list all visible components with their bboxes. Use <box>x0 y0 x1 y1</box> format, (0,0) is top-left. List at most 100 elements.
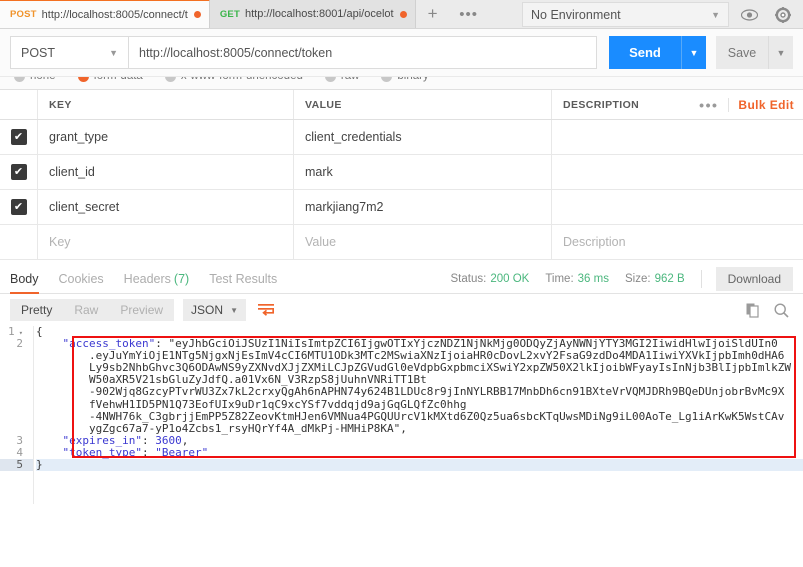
request-url-bar: POST ▼ http://localhost:8005/connect/tok… <box>0 29 803 77</box>
table-header-row: KEY VALUE DESCRIPTION ••• Bulk Edit <box>0 90 803 120</box>
response-meta: Status: 200 OK Time: 36 ms Size: 962 B D… <box>435 266 793 291</box>
body-type-x-www-form-urlencoded[interactable]: x-www-form-urlencoded <box>164 77 303 82</box>
save-options-button[interactable]: ▼ <box>768 36 793 69</box>
status-label: Status: <box>450 272 487 285</box>
time-label: Time: <box>545 272 574 285</box>
tab-method-label: POST <box>10 9 37 20</box>
body-type-label: none <box>30 77 56 82</box>
header-key: KEY <box>38 90 294 119</box>
radio-icon <box>164 77 176 82</box>
row-value[interactable]: client_credentials <box>294 120 552 154</box>
body-type-raw[interactable]: raw <box>324 77 360 82</box>
response-tab-bar: Body Cookies Headers (7) Test Results St… <box>0 264 803 294</box>
search-icon[interactable] <box>774 302 789 318</box>
row-checkbox[interactable]: ✔ <box>0 120 38 154</box>
form-data-table: KEY VALUE DESCRIPTION ••• Bulk Edit ✔ gr… <box>0 89 803 260</box>
new-key-input[interactable]: Key <box>38 225 294 259</box>
response-body-code-viewer[interactable]: 1 2 3 4 5 { "access_token": "eyJhbGciOiJ… <box>0 326 803 504</box>
gutter-line-5[interactable]: 5 <box>0 458 33 472</box>
new-tab-button[interactable]: + <box>416 0 450 28</box>
eye-icon-svg <box>740 9 758 21</box>
save-button[interactable]: Save <box>716 36 768 69</box>
divider <box>700 269 702 288</box>
copy-icon-svg <box>746 303 759 318</box>
header-checkbox-cell <box>0 90 38 119</box>
body-type-binary[interactable]: binary <box>381 77 429 82</box>
new-description-input[interactable]: Description <box>552 225 803 259</box>
time-value: 36 ms <box>577 272 609 285</box>
header-description: DESCRIPTION ••• Bulk Edit <box>552 90 803 119</box>
word-wrap-icon-svg <box>257 304 274 316</box>
send-options-button[interactable]: ▼ <box>681 36 706 69</box>
request-tab-get[interactable]: GET http://localhost:8001/api/ocelot <box>209 0 416 28</box>
row-checkbox[interactable]: ✔ <box>0 190 38 224</box>
environment-selector[interactable]: No Environment ▼ <box>522 2 729 27</box>
chevron-down-icon: ▼ <box>109 47 118 58</box>
row-key[interactable]: client_id <box>38 155 294 189</box>
table-options-button[interactable]: ••• <box>689 97 728 113</box>
chevron-down-icon: ▼ <box>711 9 720 20</box>
response-format-select[interactable]: JSON ▼ <box>183 299 246 321</box>
table-row-empty[interactable]: Key Value Description <box>0 225 803 260</box>
environment-quick-look-eye-icon[interactable] <box>737 4 761 26</box>
header-tools: ••• Bulk Edit <box>689 90 803 119</box>
table-row[interactable]: ✔ grant_type client_credentials <box>0 120 803 155</box>
copy-icon[interactable] <box>746 303 760 318</box>
gutter-line-2[interactable]: 2 <box>0 337 33 350</box>
new-value-input[interactable]: Value <box>294 225 552 259</box>
environment-label: No Environment <box>531 7 621 22</box>
http-method-select[interactable]: POST ▼ <box>10 36 128 69</box>
word-wrap-icon[interactable] <box>255 299 277 321</box>
row-key[interactable]: grant_type <box>38 120 294 154</box>
tab-options-button[interactable]: ••• <box>450 0 488 28</box>
row-value[interactable]: mark <box>294 155 552 189</box>
row-description[interactable] <box>552 120 803 154</box>
tab-url-label: http://localhost:8001/api/ocelot <box>244 8 394 20</box>
search-icon-svg <box>774 302 789 318</box>
body-type-label: form-data <box>94 77 143 82</box>
row-key[interactable]: client_secret <box>38 190 294 224</box>
response-format-value: JSON <box>191 303 224 317</box>
table-row[interactable]: ✔ client_id mark <box>0 155 803 190</box>
tab-headers-label: Headers <box>123 271 171 286</box>
unsaved-dot-icon <box>193 11 201 18</box>
status-value: 200 OK <box>490 272 530 285</box>
checkbox-checked-icon: ✔ <box>10 164 27 180</box>
checkbox-checked-icon: ✔ <box>10 129 27 145</box>
body-type-label: raw <box>341 77 360 82</box>
unsaved-dot-icon <box>399 10 407 18</box>
header-description-label: DESCRIPTION <box>563 98 640 111</box>
code-line: -4NWH76k_C3gbrjjEmPP5Z82ZeovKtmHJen6VMNu… <box>36 409 785 423</box>
tab-cookies[interactable]: Cookies <box>59 264 104 294</box>
download-button[interactable]: Download <box>715 266 793 291</box>
tab-body[interactable]: Body <box>10 264 39 294</box>
send-button[interactable]: Send <box>609 36 681 69</box>
row-value[interactable]: markjiang7m2 <box>294 190 552 224</box>
checkbox-checked-icon: ✔ <box>10 199 27 215</box>
bulk-edit-button[interactable]: Bulk Edit <box>728 97 803 112</box>
request-url-input[interactable]: http://localhost:8005/connect/token <box>128 36 597 69</box>
row-description[interactable] <box>552 155 803 189</box>
table-row[interactable]: ✔ client_secret markjiang7m2 <box>0 190 803 225</box>
chevron-down-icon: ▼ <box>230 305 238 315</box>
code-line: -902Wjq8GzcyPTvrWU3Zx7kL2crxyQgAh6nAPHN7… <box>36 385 785 399</box>
row-checkbox[interactable]: ✔ <box>0 155 38 189</box>
body-type-form-data[interactable]: form-data <box>77 77 143 82</box>
settings-gear-icon[interactable] <box>771 4 795 26</box>
tab-test-results[interactable]: Test Results <box>209 264 277 294</box>
body-type-label: binary <box>397 77 428 82</box>
view-preview-button[interactable]: Preview <box>109 299 175 321</box>
body-type-none[interactable]: none <box>14 77 56 82</box>
request-tab-post[interactable]: POST http://localhost:8005/connect/t <box>0 0 210 28</box>
response-view-toolbar: Pretty Raw Preview JSON ▼ <box>0 294 803 326</box>
view-raw-button[interactable]: Raw <box>63 299 110 321</box>
view-pretty-button[interactable]: Pretty <box>10 299 64 321</box>
radio-icon <box>14 77 25 82</box>
tab-headers[interactable]: Headers (7) <box>124 264 190 294</box>
radio-icon <box>324 77 336 82</box>
row-description[interactable] <box>552 190 803 224</box>
code-line: fVehwH1ID5PN1Q73EofUIx9uDr1qC9xcYSf7vddq… <box>36 397 467 411</box>
code-lines: { "access_token": "eyJhbGciOiJSUzI1NiIsI… <box>36 326 803 504</box>
radio-icon <box>77 77 89 82</box>
tab-url-label: http://localhost:8005/connect/t <box>41 8 188 21</box>
